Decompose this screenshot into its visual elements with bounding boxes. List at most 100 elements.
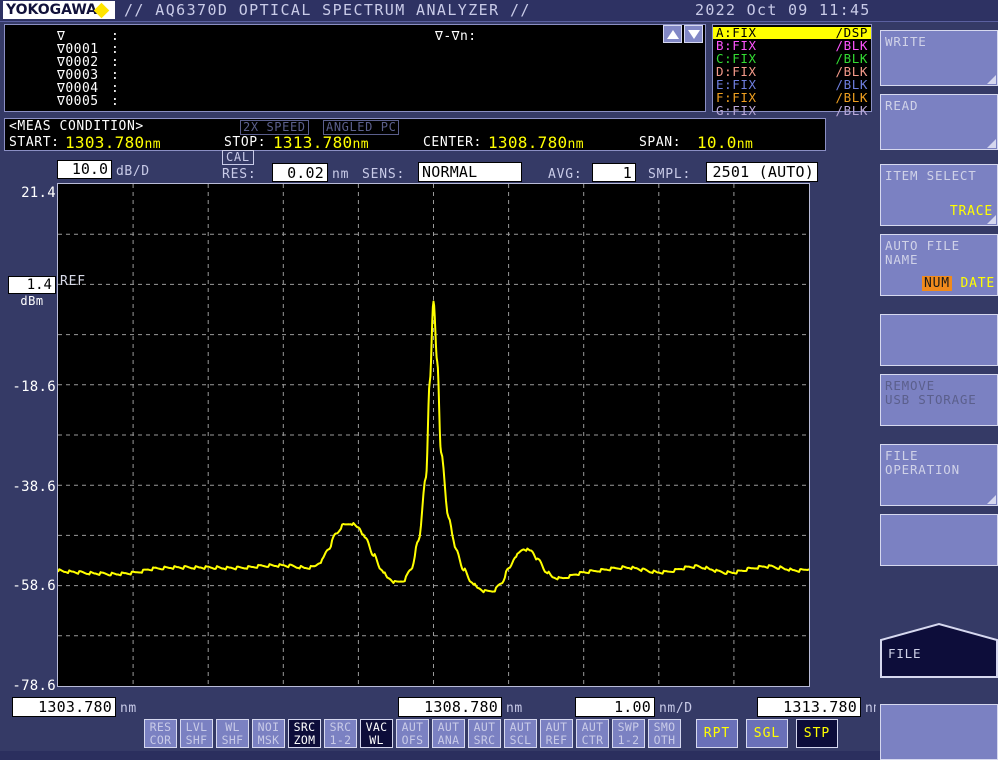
softkey-line2: SCL: [505, 734, 536, 747]
start-value: 1303.780nm: [65, 134, 161, 153]
sidebar-key-blank-3[interactable]: [880, 704, 998, 760]
marker-row: ∇0005: [57, 95, 99, 108]
x-stop-field[interactable]: 1313.780: [757, 697, 861, 717]
auto-file-name-num[interactable]: NUM: [922, 276, 952, 291]
x-perdiv-field[interactable]: 1.00: [575, 697, 655, 717]
delta-header: ∇-∇n:: [435, 30, 477, 43]
center-value: 1308.780nm: [488, 134, 584, 153]
submenu-corner-icon: [987, 139, 996, 148]
meas-condition-panel: <MEAS CONDITION> 2X SPEED ANGLED PC STAR…: [4, 118, 826, 151]
scroll-down-button[interactable]: [684, 25, 703, 43]
x-center-field[interactable]: 1308.780: [398, 697, 502, 717]
softkey-src-zom[interactable]: SRCZOM: [288, 719, 321, 748]
y-tick-label: -58.6: [0, 579, 56, 594]
softkey-line2: SHF: [217, 734, 248, 747]
stop-value: 1313.780nm: [273, 134, 369, 153]
triangle-up-icon: [667, 30, 679, 39]
softkey-aut-scl[interactable]: AUTSCL: [504, 719, 537, 748]
softkey-line2: COR: [145, 734, 176, 747]
right-softkey-panel: WRITE READ ITEM SELECTTRACE AUTO FILENAME NU…: [876, 22, 998, 751]
softkey-line2: ZOM: [289, 734, 320, 747]
softkey-line2: SRC: [469, 734, 500, 747]
y-tick-label: -18.6: [0, 380, 56, 395]
marker-panel: ∇-∇n: ∇ : ∇0001 : ∇0002 : ∇0003 : ∇0004 …: [4, 24, 706, 112]
x-start-field[interactable]: 1303.780: [12, 697, 116, 717]
softkey-res-cor[interactable]: RESCOR: [144, 719, 177, 748]
stop-label: STOP:: [224, 135, 266, 150]
auto-file-name-date[interactable]: DATE: [960, 276, 995, 291]
sidebar-key-item-select[interactable]: ITEM SELECTTRACE: [880, 164, 998, 226]
span-label: SPAN:: [639, 135, 681, 150]
sidebar-menu-label: FILE: [888, 646, 921, 661]
trace-name: G:FIX: [716, 105, 757, 117]
sweep-key-sgl[interactable]: SGL: [746, 719, 788, 748]
span-value: 10.0nm: [697, 134, 753, 153]
sidebar-key-line2: NAME: [885, 253, 997, 267]
softkey-lvl-shf[interactable]: LVLSHF: [180, 719, 213, 748]
res-unit: nm: [332, 167, 349, 182]
avg-field[interactable]: 1: [592, 163, 636, 182]
brand-text: YOKOGAWA: [6, 2, 97, 18]
center-label: CENTER:: [423, 135, 482, 150]
sidebar-key-line1: WRITE: [885, 35, 997, 49]
marker-scroll-buttons: [663, 25, 705, 43]
softkey-src-1-2[interactable]: SRC1-2: [324, 719, 357, 748]
softkey-line2: MSK: [253, 734, 284, 747]
sidebar-key-blank-2[interactable]: [880, 514, 998, 566]
scale-per-div-field[interactable]: 10.0: [57, 160, 112, 179]
auto-file-name-options: NUM DATE: [922, 277, 995, 291]
sweep-key-stp[interactable]: STP: [796, 719, 838, 748]
softkey-line2: REF: [541, 734, 572, 747]
sidebar-key-line1: ITEM SELECT: [885, 169, 997, 183]
softkey-line2: SHF: [181, 734, 212, 747]
x-start-unit: nm: [120, 701, 137, 716]
bottom-softkey-row: RESCORLVLSHFWLSHFNOIMSKSRCZOMSRC1-2VACWL…: [0, 717, 872, 751]
y-tick-label: 21.4: [0, 186, 56, 201]
sidebar-key-auto-file-name[interactable]: AUTO FILENAME NUM DATE: [880, 234, 998, 296]
softkey-noi-msk[interactable]: NOIMSK: [252, 719, 285, 748]
meas-condition-title: <MEAS CONDITION>: [9, 120, 144, 134]
softkey-aut-ctr[interactable]: AUTCTR: [576, 719, 609, 748]
softkey-aut-ofs[interactable]: AUTOFS: [396, 719, 429, 748]
sidebar-key-remove-usb[interactable]: REMOVEUSB STORAGE: [880, 374, 998, 426]
softkey-aut-src[interactable]: AUTSRC: [468, 719, 501, 748]
spectrum-plot-area[interactable]: [57, 183, 810, 687]
softkey-line2: 1-2: [325, 734, 356, 747]
sens-field[interactable]: NORMAL: [418, 162, 522, 182]
sidebar-key-file-operation[interactable]: FILEOPERATION: [880, 444, 998, 506]
trace-list: A:FIX/DSPB:FIX/BLKC:FIX/BLKD:FIX/BLKE:FI…: [712, 24, 872, 112]
sidebar-key-line1: AUTO FILE: [885, 239, 997, 253]
x-perdiv-unit: nm/D: [659, 701, 693, 716]
sidebar-key-read[interactable]: READ: [880, 94, 998, 150]
softkey-line2: 1-2: [613, 734, 644, 747]
softkey-smo-oth[interactable]: SMOOTH: [648, 719, 681, 748]
res-field[interactable]: 0.02: [272, 163, 328, 182]
y-ref-level-field[interactable]: 1.4: [8, 276, 56, 294]
softkey-line2: WL: [361, 734, 392, 747]
trace-list-item-g[interactable]: G:FIX/BLK: [713, 105, 871, 117]
avg-label: AVG:: [548, 167, 583, 182]
softkey-vac-wl[interactable]: VACWL: [360, 719, 393, 748]
sidebar-key-write[interactable]: WRITE: [880, 30, 998, 86]
datetime-display: 2022 Oct 09 11:45: [695, 2, 871, 19]
softkey-wl-shf[interactable]: WLSHF: [216, 719, 249, 748]
scroll-up-button[interactable]: [663, 25, 682, 43]
softkey-line2: OFS: [397, 734, 428, 747]
softkey-swp-1-2[interactable]: SWP1-2: [612, 719, 645, 748]
softkey-aut-ref[interactable]: AUTREF: [540, 719, 573, 748]
scale-per-div-unit: dB/D: [116, 164, 150, 179]
sweep-key-rpt[interactable]: RPT: [696, 719, 738, 748]
sidebar-key-line1: REMOVE: [885, 379, 997, 393]
softkey-line2: ANA: [433, 734, 464, 747]
ref-line-label: REF: [60, 275, 86, 289]
osa-screen: YOKOGAWA // AQ6370D OPTICAL SPECTRUM ANA…: [0, 0, 998, 751]
y-axis-unit: dBm: [8, 295, 56, 308]
smpl-field[interactable]: 2501 (AUTO): [706, 162, 818, 182]
y-tick-label: -78.6: [0, 679, 56, 694]
title-bar: YOKOGAWA // AQ6370D OPTICAL SPECTRUM ANA…: [0, 0, 998, 22]
sidebar-menu-file-menu[interactable]: FILE: [880, 622, 998, 678]
y-tick-label: -38.6: [0, 480, 56, 495]
marker-row-colon: :: [111, 95, 119, 108]
softkey-aut-ana[interactable]: AUTANA: [432, 719, 465, 748]
sidebar-key-blank-1[interactable]: [880, 314, 998, 366]
